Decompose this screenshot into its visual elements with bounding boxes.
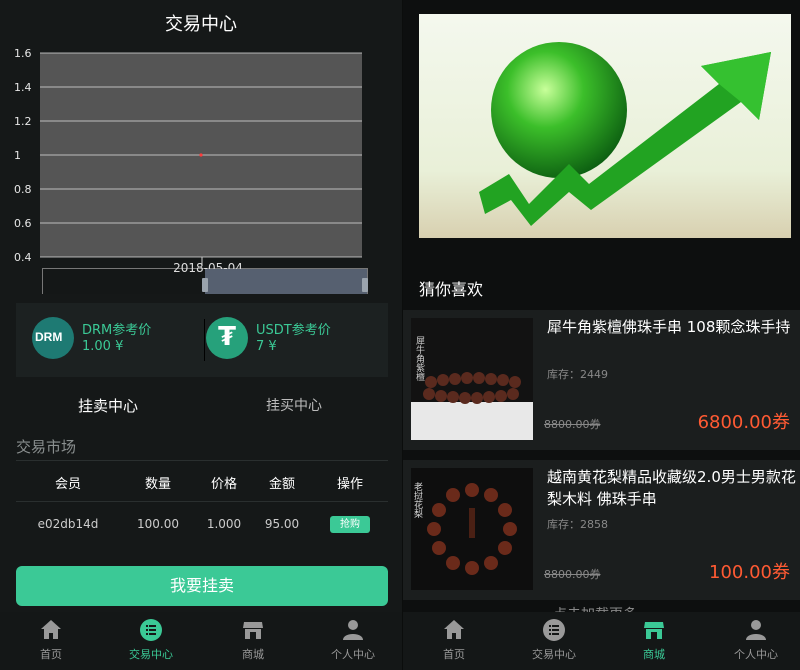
drm-logo-icon: DRM xyxy=(32,317,74,359)
bead-bracelet-image: 老挝花梨 xyxy=(411,468,533,590)
nav-profile[interactable]: 个人中心 xyxy=(711,618,800,662)
nav-profile[interactable]: 个人中心 xyxy=(308,618,398,662)
tab-buy-center[interactable]: 挂买中心 xyxy=(266,395,322,415)
col-qty: 数量 xyxy=(144,477,171,492)
divider xyxy=(204,319,205,361)
table-header: 会员 数量 价格 金额 操作 xyxy=(16,460,388,502)
sell-button[interactable]: 我要挂卖 xyxy=(16,566,388,606)
col-action: 操作 xyxy=(336,477,363,492)
row-qty: 100.00 xyxy=(137,517,179,531)
product-name[interactable]: 越南黄花梨精品收藏级2.0男士男款花梨木料 佛珠手串 xyxy=(547,466,797,510)
page-title: 交易中心 xyxy=(165,14,237,35)
product-image[interactable]: 老挝花梨 xyxy=(411,468,533,590)
carousel-dots xyxy=(419,230,791,238)
y-tick-label: 1.6 xyxy=(14,47,32,60)
nav-mall[interactable]: 商城 xyxy=(208,618,298,662)
chart-range-slider[interactable]: 2018-05-04 xyxy=(42,261,368,294)
section-title: 交易市场 xyxy=(16,438,77,456)
product-price: 6800.00券 xyxy=(697,412,790,433)
home-icon xyxy=(41,620,61,639)
product-price: 100.00券 xyxy=(709,562,790,583)
drm-price-value: 1.00 ¥ xyxy=(82,339,124,354)
nav-home[interactable]: 首页 xyxy=(409,618,499,662)
usdt-price-value: 7 ¥ xyxy=(256,339,277,354)
product-original-price: 8800.00券 xyxy=(544,418,601,431)
row-price: 1.000 xyxy=(206,517,242,531)
product-card[interactable]: 老挝花梨 越南黄花梨精品收藏级2.0男士男款花梨木料 佛珠手串 库存：2858 … xyxy=(403,460,800,600)
product-stock: 库存：2449 xyxy=(547,368,608,381)
usdt-logo-icon: ₮ xyxy=(206,317,248,359)
user-icon xyxy=(343,620,363,640)
product-card[interactable]: 犀牛角紫檀 犀牛角紫檀佛珠手串 108颗念珠手持 库存：2449 8800.00… xyxy=(403,310,800,450)
y-tick-label: 0.4 xyxy=(14,251,32,264)
grab-buy-button[interactable]: 抢购 xyxy=(330,516,370,533)
nav-home[interactable]: 首页 xyxy=(6,618,96,662)
y-tick-label: 0.6 xyxy=(14,217,32,230)
bottom-nav: 首页 交易中心 商城 个人中心 xyxy=(403,612,800,670)
guess-you-like-title: 猜你喜欢 xyxy=(419,280,484,299)
y-tick-label: 0.8 xyxy=(14,183,32,196)
trade-center-panel: 交易中心 1.6 1.4 1.2 1 0.8 0.6 0.4 2018-05-04 DRM … xyxy=(0,0,402,670)
row-amount: 95.00 xyxy=(264,517,300,531)
bottom-nav: 首页 交易中心 商城 个人中心 xyxy=(0,612,402,670)
usdt-price-label: USDT参考价 xyxy=(256,323,331,338)
list-circle-icon xyxy=(140,619,162,641)
store-icon xyxy=(644,622,664,639)
trade-tabs: 挂卖中心 挂买中心 xyxy=(0,393,402,423)
col-amount: 金额 xyxy=(268,477,295,492)
nav-trade[interactable]: 交易中心 xyxy=(106,618,196,662)
product-name[interactable]: 犀牛角紫檀佛珠手串 108颗念珠手持 xyxy=(547,316,797,338)
product-image[interactable]: 犀牛角紫檀 xyxy=(411,318,533,440)
data-point xyxy=(199,153,203,157)
drm-price-label: DRM参考价 xyxy=(82,323,152,338)
y-tick-label: 1.2 xyxy=(14,115,32,128)
banner-carousel[interactable] xyxy=(419,14,791,238)
reference-price-card: DRM DRM参考价 1.00 ¥ ₮ USDT参考价 7 ¥ xyxy=(16,303,388,377)
store-icon xyxy=(243,622,263,639)
range-handle-left[interactable] xyxy=(202,278,208,292)
banner-globe-arrow-image xyxy=(419,14,791,238)
user-icon xyxy=(746,620,766,640)
home-icon xyxy=(444,620,464,639)
list-circle-icon xyxy=(543,619,565,641)
nav-mall[interactable]: 商城 xyxy=(609,618,699,662)
bead-bracelet-image: 犀牛角紫檀 xyxy=(411,318,533,440)
y-tick-label: 1 xyxy=(14,149,21,162)
nav-trade[interactable]: 交易中心 xyxy=(509,618,599,662)
row-member: e02db14d xyxy=(37,517,99,531)
svg-text:老挝花梨: 老挝花梨 xyxy=(412,481,423,519)
tab-sell-center[interactable]: 挂卖中心 xyxy=(78,395,138,416)
product-original-price: 8800.00券 xyxy=(544,568,601,581)
range-selection[interactable] xyxy=(205,269,367,294)
range-handle-right[interactable] xyxy=(362,278,368,292)
col-member: 会员 xyxy=(54,477,81,492)
market-table: 会员 数量 价格 金额 操作 e02db14d 100.00 1.000 95.… xyxy=(16,460,388,533)
y-tick-label: 1.4 xyxy=(14,81,32,94)
product-stock: 库存：2858 xyxy=(547,518,608,531)
svg-text:犀牛角紫檀: 犀牛角紫檀 xyxy=(414,336,425,382)
mall-panel: 猜你喜欢 犀牛角紫檀 犀牛角紫檀佛珠手串 108颗念珠手持 库存：2449 88… xyxy=(403,0,800,670)
col-price: 价格 xyxy=(210,477,237,492)
